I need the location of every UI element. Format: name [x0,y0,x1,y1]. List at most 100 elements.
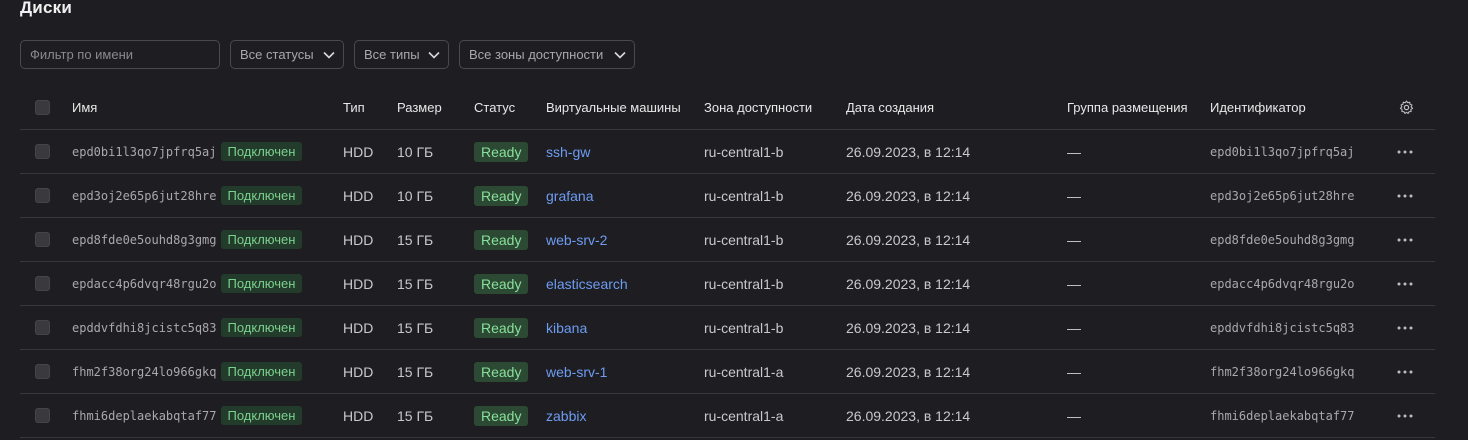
disk-type: HDD [343,231,374,248]
disk-type: HDD [343,143,374,160]
attached-badge: Подключен [220,186,303,205]
disk-size: 15 ГБ [397,407,434,424]
more-horizontal-icon[interactable] [1397,414,1413,418]
disk-size: 15 ГБ [397,275,434,292]
disk-id: epd3oj2e65p6jut28hre [1210,188,1355,203]
column-header-vms[interactable]: Виртуальные машины [546,86,681,129]
placement-group: — [1067,231,1081,248]
disk-size: 10 ГБ [397,187,434,204]
more-horizontal-icon[interactable] [1397,150,1413,154]
column-header-created[interactable]: Дата создания [846,86,934,129]
column-header-size[interactable]: Размер [397,86,442,129]
vm-link[interactable]: web-srv-1 [546,364,607,380]
column-header-name[interactable]: Имя [72,86,97,129]
disk-name[interactable]: fhmi6deplaekabqtaf77 [72,409,217,423]
type-filter-label: Все типы [364,47,420,62]
table-row[interactable]: epddvfdhi8jcistc5q83 Подключен HDD 15 ГБ… [20,306,1435,350]
status-filter-select[interactable]: Все статусы [230,40,344,69]
row-checkbox[interactable] [35,232,50,247]
attached-badge: Подключен [220,362,303,381]
availability-zone: ru-central1-b [704,231,784,248]
disk-type: HDD [343,407,374,424]
attached-badge: Подключен [220,318,303,337]
row-checkbox[interactable] [35,188,50,203]
placement-group: — [1067,363,1081,380]
table-row[interactable]: fhm2f38org24lo966gkq Подключен HDD 15 ГБ… [20,350,1435,394]
disk-name[interactable]: epdacc4p6dvqr48rgu2o [72,277,217,291]
disk-name[interactable]: epddvfdhi8jcistc5q83 [72,321,217,335]
more-horizontal-icon[interactable] [1397,194,1413,198]
attached-badge: Подключен [220,142,303,161]
row-checkbox[interactable] [35,408,50,423]
row-checkbox[interactable] [35,144,50,159]
status-badge: Ready [474,361,529,382]
status-filter-label: Все статусы [240,47,314,62]
row-checkbox[interactable] [35,276,50,291]
table-row[interactable]: epd0bi1l3qo7jpfrq5aj Подключен HDD 10 ГБ… [20,130,1435,174]
zone-filter-select[interactable]: Все зоны доступности [459,40,635,69]
disk-name[interactable]: epd3oj2e65p6jut28hre [72,189,217,203]
disk-size: 15 ГБ [397,231,434,248]
table-row[interactable]: epdacc4p6dvqr48rgu2o Подключен HDD 15 ГБ… [20,262,1435,306]
created-date: 26.09.2023, в 12:14 [846,143,971,160]
vm-link[interactable]: ssh-gw [546,144,590,160]
status-badge: Ready [474,185,529,206]
more-horizontal-icon[interactable] [1397,370,1413,374]
disk-id: epd0bi1l3qo7jpfrq5aj [1210,144,1355,159]
disk-type: HDD [343,275,374,292]
column-header-type[interactable]: Тип [343,86,365,129]
attached-badge: Подключен [220,406,303,425]
disk-type: HDD [343,319,374,336]
vm-link[interactable]: grafana [546,188,593,204]
more-horizontal-icon[interactable] [1397,282,1413,286]
created-date: 26.09.2023, в 12:14 [846,187,971,204]
disk-name[interactable]: epd8fde0e5ouhd8g3gmg [72,233,217,247]
filters-bar: Все статусы Все типы Все зоны доступност… [20,40,635,69]
availability-zone: ru-central1-b [704,319,784,336]
created-date: 26.09.2023, в 12:14 [846,319,971,336]
availability-zone: ru-central1-a [704,363,784,380]
disk-id: epd8fde0e5ouhd8g3gmg [1210,232,1355,247]
availability-zone: ru-central1-b [704,187,784,204]
status-badge: Ready [474,229,529,250]
gear-icon[interactable] [1399,100,1414,115]
column-header-zone[interactable]: Зона доступности [704,86,812,129]
disk-id: epddvfdhi8jcistc5q83 [1210,320,1355,335]
created-date: 26.09.2023, в 12:14 [846,407,971,424]
vm-link[interactable]: elasticsearch [546,276,628,292]
more-horizontal-icon[interactable] [1397,326,1413,330]
availability-zone: ru-central1-b [704,275,784,292]
status-badge: Ready [474,405,529,426]
table-row[interactable]: epd8fde0e5ouhd8g3gmg Подключен HDD 15 ГБ… [20,218,1435,262]
created-date: 26.09.2023, в 12:14 [846,231,971,248]
created-date: 26.09.2023, в 12:14 [846,275,971,292]
status-badge: Ready [474,141,529,162]
column-header-id[interactable]: Идентификатор [1210,86,1306,129]
attached-badge: Подключен [220,230,303,249]
type-filter-select[interactable]: Все типы [354,40,449,69]
vm-link[interactable]: web-srv-2 [546,232,607,248]
vm-link[interactable]: kibana [546,320,587,336]
disk-id: fhm2f38org24lo966gkq [1210,364,1355,379]
disk-size: 10 ГБ [397,143,434,160]
disk-id: fhmi6deplaekabqtaf77 [1210,408,1355,423]
more-horizontal-icon[interactable] [1397,238,1413,242]
chevron-down-icon [323,51,335,59]
disk-name[interactable]: epd0bi1l3qo7jpfrq5aj [72,145,217,159]
attached-badge: Подключен [220,274,303,293]
vm-link[interactable]: zabbix [546,408,586,424]
disk-name[interactable]: fhm2f38org24lo966gkq [72,365,217,379]
disks-table: Имя Тип Размер Статус Виртуальные машины… [20,86,1435,438]
row-checkbox[interactable] [35,320,50,335]
placement-group: — [1067,143,1081,160]
created-date: 26.09.2023, в 12:14 [846,363,971,380]
column-header-status[interactable]: Статус [474,86,515,129]
disk-type: HDD [343,363,374,380]
placement-group: — [1067,275,1081,292]
table-row[interactable]: fhmi6deplaekabqtaf77 Подключен HDD 15 ГБ… [20,394,1435,438]
name-filter-input[interactable] [20,40,220,69]
column-header-placement-group[interactable]: Группа размещения [1067,86,1188,129]
row-checkbox[interactable] [35,364,50,379]
select-all-checkbox[interactable] [35,100,50,115]
table-row[interactable]: epd3oj2e65p6jut28hre Подключен HDD 10 ГБ… [20,174,1435,218]
